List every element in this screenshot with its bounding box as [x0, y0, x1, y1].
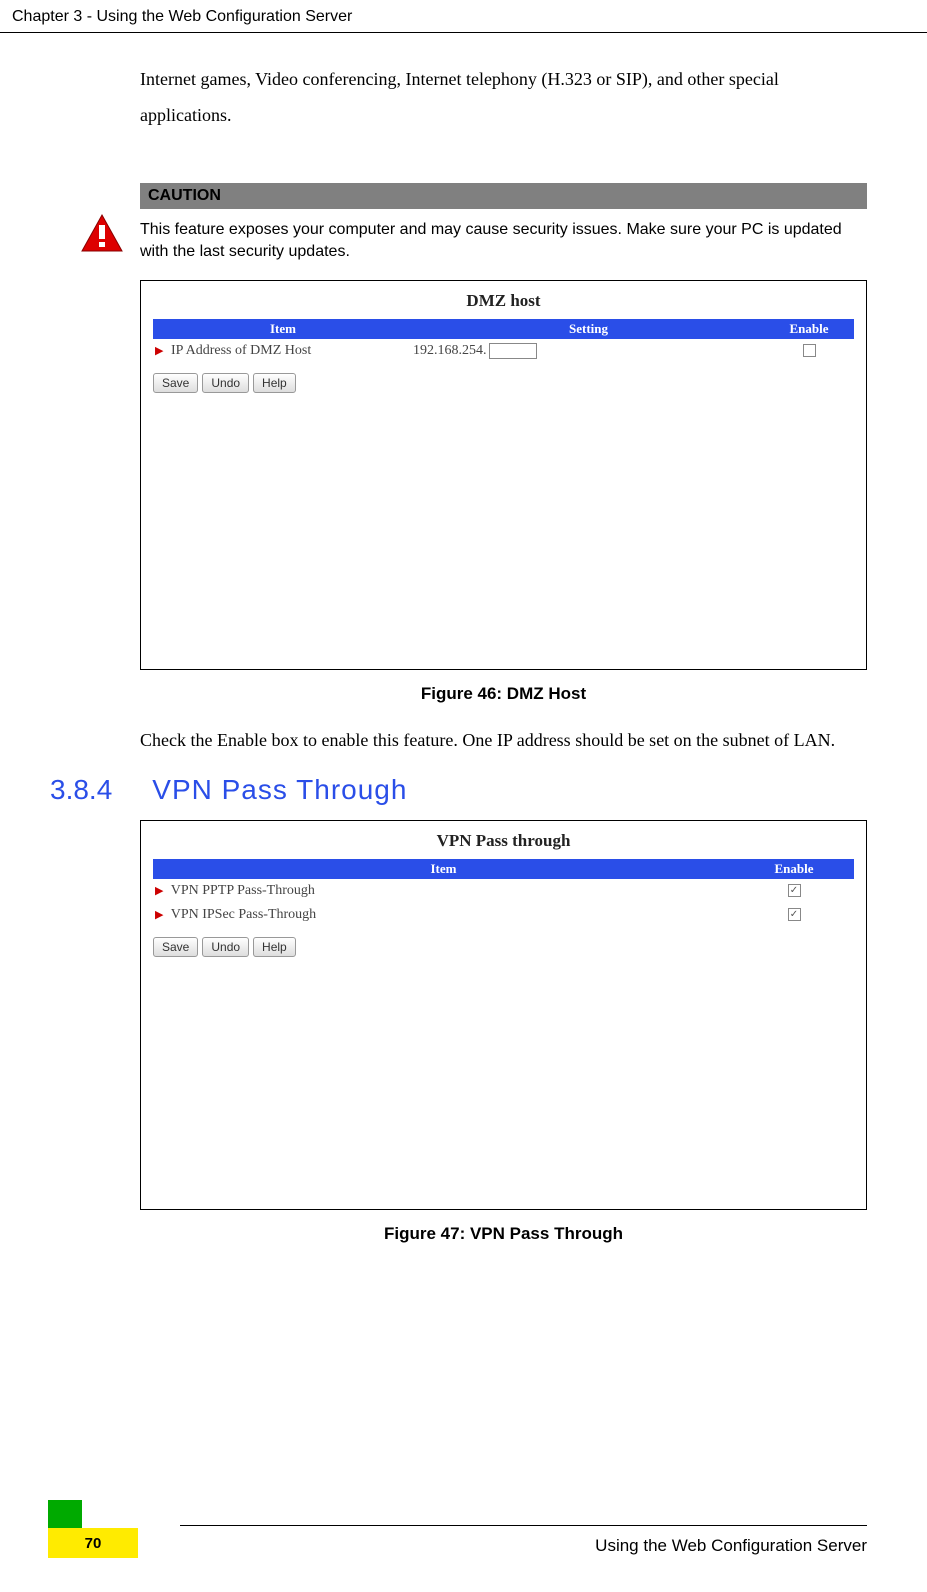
body-after-fig46: Check the Enable box to enable this feat…: [140, 722, 867, 758]
undo-button[interactable]: Undo: [202, 937, 249, 957]
bullet-icon: ▶: [155, 345, 163, 357]
vpn-table-header: Item Enable: [153, 859, 854, 879]
dmz-table-header: Item Setting Enable: [153, 319, 854, 339]
save-button[interactable]: Save: [153, 937, 198, 957]
caution-block: CAUTION This feature exposes your comput…: [80, 183, 867, 276]
col-item: Item: [153, 319, 413, 339]
col-setting: Setting: [413, 319, 764, 339]
vpn-col-item: Item: [153, 859, 734, 879]
help-button[interactable]: Help: [253, 373, 296, 393]
vpn-pptp-checkbox[interactable]: ✓: [788, 884, 801, 897]
warning-icon: [80, 213, 124, 253]
vpn-pptp-label: VPN PPTP Pass-Through: [171, 883, 315, 898]
page-footer: Using the Web Configuration Server 70: [0, 1525, 927, 1556]
page-number: 70: [85, 1535, 102, 1552]
vpn-panel-title: VPN Pass through: [153, 831, 854, 851]
dmz-panel-title: DMZ host: [153, 291, 854, 311]
footer-text: Using the Web Configuration Server: [0, 1526, 927, 1556]
dmz-ip-input[interactable]: [489, 343, 537, 359]
dmz-enable-checkbox[interactable]: [803, 344, 816, 357]
dmz-item-label: IP Address of DMZ Host: [171, 343, 311, 358]
caution-text: This feature exposes your computer and m…: [140, 209, 867, 276]
dmz-host-panel: DMZ host Item Setting Enable ▶ IP Addres…: [140, 280, 867, 670]
page-number-box: 70: [48, 1528, 138, 1558]
page-header: Chapter 3 - Using the Web Configuration …: [0, 0, 927, 33]
help-button[interactable]: Help: [253, 937, 296, 957]
chapter-title: Chapter 3 - Using the Web Configuration …: [12, 8, 352, 25]
section-heading: 3.8.4 VPN Pass Through: [50, 774, 867, 806]
intro-paragraph: Internet games, Video conferencing, Inte…: [140, 61, 867, 133]
page-corner-green: [48, 1500, 82, 1528]
section-number: 3.8.4: [50, 774, 112, 806]
undo-button[interactable]: Undo: [202, 373, 249, 393]
caution-header: CAUTION: [140, 183, 867, 209]
bullet-icon: ▶: [155, 885, 163, 897]
vpn-row-pptp: ▶ VPN PPTP Pass-Through ✓: [153, 879, 854, 903]
col-enable: Enable: [764, 319, 854, 339]
bullet-icon: ▶: [155, 909, 163, 921]
vpn-row-ipsec: ▶ VPN IPSec Pass-Through ✓: [153, 903, 854, 927]
figure-46-caption: Figure 46: DMZ Host: [140, 684, 867, 704]
vpn-panel: VPN Pass through Item Enable ▶ VPN PPTP …: [140, 820, 867, 1210]
vpn-col-enable: Enable: [734, 859, 854, 879]
vpn-ipsec-checkbox[interactable]: ✓: [788, 908, 801, 921]
save-button[interactable]: Save: [153, 373, 198, 393]
section-title: VPN Pass Through: [152, 774, 407, 806]
dmz-ip-prefix: 192.168.254.: [413, 343, 487, 359]
vpn-ipsec-label: VPN IPSec Pass-Through: [171, 907, 316, 922]
figure-47-caption: Figure 47: VPN Pass Through: [140, 1224, 867, 1244]
dmz-table-row: ▶ IP Address of DMZ Host 192.168.254.: [153, 339, 854, 363]
